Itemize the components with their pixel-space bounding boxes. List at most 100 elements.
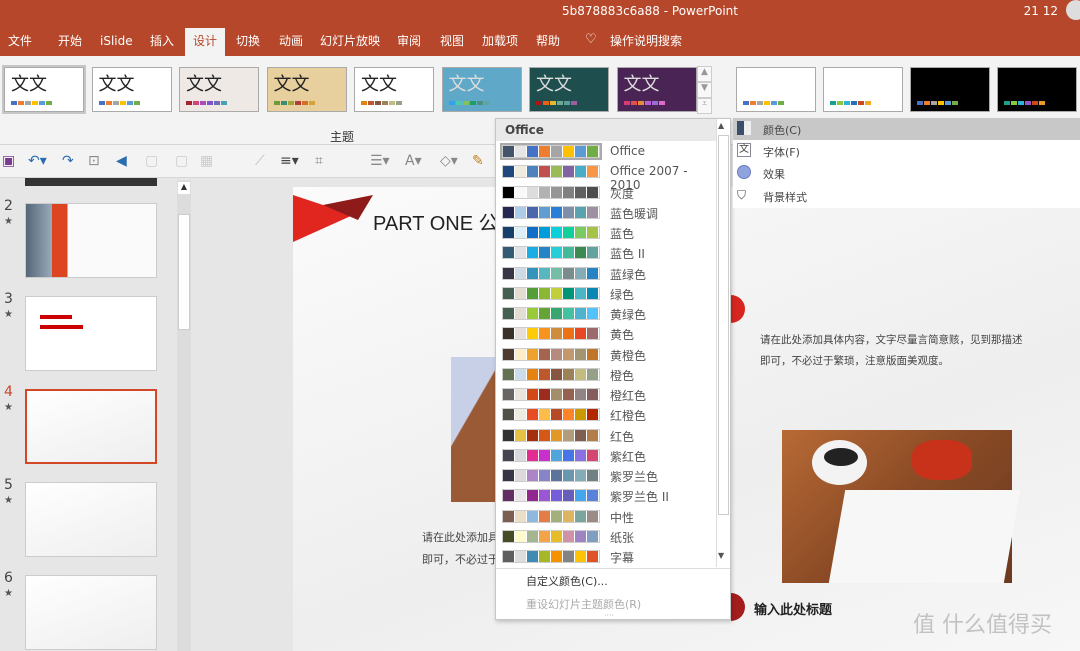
line-weight-icon[interactable]: ≡▾ [280,153,299,169]
reset-theme-colors-menu-item[interactable]: 重设幻灯片主题颜色(R) [526,596,641,612]
slide-panel-scrollbar[interactable]: ▲ [177,180,191,651]
color-scheme-item[interactable]: 纸张 [500,527,715,547]
swatch [515,348,527,360]
gallery-more[interactable]: ⩡ [697,98,712,114]
slide-thumbnail-3[interactable] [25,296,157,371]
color-scheme-item[interactable]: Office [500,142,715,162]
slide-number: 4 [4,384,13,400]
gallery-scroll-down[interactable]: ▼ [697,82,712,98]
swatch [651,101,658,105]
slide-thumbnail-5[interactable] [25,482,157,557]
swatch [539,348,551,360]
theme-thumbnail[interactable]: 文文 [91,67,172,112]
redo-icon[interactable]: ↷ [62,153,74,169]
account-avatar[interactable] [1066,0,1080,20]
variant-thumbnail[interactable] [736,67,816,112]
slide-thumbnail-4[interactable] [25,389,157,464]
tab-2[interactable]: iSlide [92,28,141,56]
color-scheme-item[interactable]: 橙红色 [500,385,715,405]
quick-toolbar: ▣ ↶▾ ↷ ⊡ ◀ ▢ ▢ ▦ ⟋ ≡▾ ⌗ ☰▾ A▾ ◇▾ ✎ [0,145,495,178]
color-palette [502,388,600,401]
theme-thumbnail[interactable]: 文文 [2,65,86,114]
tab-10[interactable]: 加载项 [474,28,526,56]
resize-grip[interactable]: ···· [604,611,614,620]
tab-11[interactable]: 帮助 [528,28,568,56]
gallery-scroll-up[interactable]: ▲ [697,66,712,82]
slide-thumbnail-1[interactable] [25,178,157,186]
format-painter-icon[interactable]: ✎ [472,153,484,169]
menu-item-background-styles[interactable]: ⛉ 背景样式 [733,185,1080,207]
swatch [503,287,515,299]
dropdown-scrollbar[interactable]: ▲ ▼ [716,119,730,567]
menu-item-colors[interactable]: 颜色(C) [733,118,1080,140]
color-scheme-item[interactable]: 蓝色 [500,223,715,243]
tab-3[interactable]: 插入 [142,28,182,56]
align-icon[interactable]: ▢ [145,153,158,169]
color-scheme-item[interactable]: 紫红色 [500,446,715,466]
crop-icon[interactable]: ⌗ [315,153,323,169]
theme-group-label: 主题 [330,130,355,144]
theme-thumbnail[interactable]: 文文 [529,67,609,112]
fill-icon[interactable]: ◇▾ [440,153,458,169]
color-scheme-item[interactable]: Office 2007 - 2010 [500,162,715,192]
color-scheme-item[interactable]: 蓝绿色 [500,264,715,284]
swatch [844,101,850,105]
menu-item-fonts[interactable]: 文字体(F) [733,140,1080,162]
menu-item-effects[interactable]: 效果 [733,162,1080,184]
color-scheme-item[interactable]: 蓝色 II [500,243,715,263]
tab-4[interactable]: 设计 [185,28,226,56]
tab-8[interactable]: 审阅 [389,28,429,56]
theme-thumbnail[interactable]: 文文 [354,67,434,112]
group-icon[interactable]: ▢ [175,153,188,169]
color-scheme-item[interactable]: 黄色 [500,324,715,344]
theme-thumbnail[interactable]: 文文 [179,67,259,112]
tab-9[interactable]: 视图 [432,28,472,56]
arrange-icon[interactable]: ▦ [200,153,213,169]
list-icon[interactable]: ☰▾ [370,153,390,169]
ruler-icon[interactable]: ⟋ [255,153,265,169]
undo-icon[interactable]: ↶▾ [28,153,47,169]
color-scheme-item[interactable]: 红色 [500,426,715,446]
presentation-icon[interactable]: ⊡ [88,153,100,169]
slide-thumbnail-2[interactable] [25,203,157,278]
font-color-icon[interactable]: A▾ [405,153,422,169]
color-scheme-item[interactable]: 黄橙色 [500,345,715,365]
color-scheme-item[interactable]: 紫罗兰色 [500,466,715,486]
tab-7[interactable]: 幻灯片放映 [312,28,388,56]
slide-panel: 2 ★ 3 ★ 4 ★ 5 ★ 6 ★ [0,178,192,651]
color-scheme-item[interactable]: 灰度 [500,183,715,203]
swatch [527,490,539,502]
save-icon[interactable]: ▣ [2,153,15,169]
color-scheme-item[interactable]: 红橙色 [500,405,715,425]
variant-thumbnail[interactable] [910,67,990,112]
watermark: 值 什么值得买 [913,613,1052,638]
tab-1[interactable]: 开始 [50,28,90,56]
swatch [743,101,749,105]
menu-label: 颜色(C) [763,124,802,137]
theme-preview-text: 文文 [623,74,660,95]
color-scheme-item[interactable]: 橙色 [500,365,715,385]
custom-colors-menu-item[interactable]: 自定义颜色(C)... [526,573,608,589]
color-scheme-item[interactable]: 黄绿色 [500,304,715,324]
variant-thumbnail[interactable] [997,67,1077,112]
color-palette [502,246,600,260]
theme-thumbnail[interactable]: 文文 [616,67,697,112]
tab-5[interactable]: 切换 [228,28,268,56]
swatch [587,287,599,299]
animation-icon[interactable]: ◀ [116,153,127,169]
slide-thumbnail-6[interactable] [25,575,157,650]
color-scheme-item[interactable]: 紫罗兰色 II [500,486,715,506]
theme-thumbnail[interactable]: 文文 [441,67,522,112]
tab-0[interactable]: 文件 [0,28,40,56]
color-scheme-item[interactable]: 绿色 [500,284,715,304]
swatch [527,551,539,562]
tab-6[interactable]: 动画 [271,28,311,56]
theme-thumbnail[interactable]: 文文 [266,67,347,112]
tell-me-search[interactable]: 操作说明搜索 [606,28,690,56]
swatch [105,101,112,105]
color-scheme-item[interactable]: 蓝色暖调 [500,203,715,223]
body-line: 请在此处添加具体内容，文字尽量言简意赅，见到那描述 [760,334,1023,346]
color-scheme-item[interactable]: 字幕 [500,547,715,567]
variant-thumbnail[interactable] [823,67,903,112]
color-scheme-item[interactable]: 中性 [500,507,715,527]
